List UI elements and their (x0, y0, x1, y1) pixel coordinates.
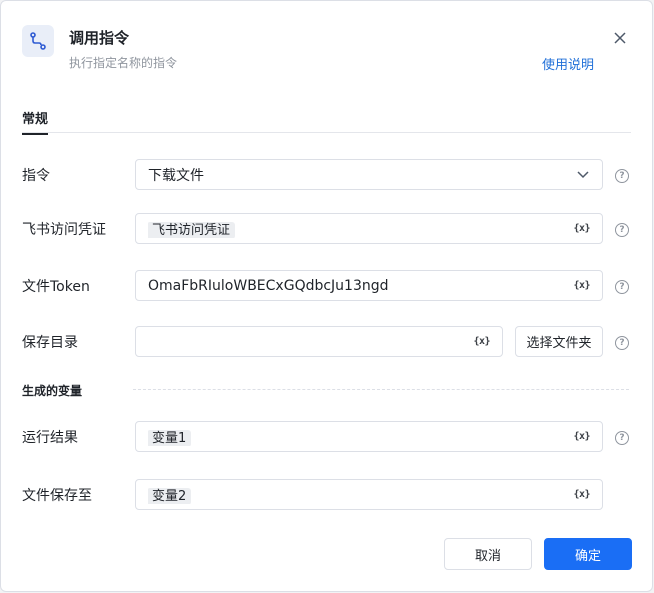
credential-chip: 飞书访问凭证 (148, 222, 236, 238)
credential-label: 飞书访问凭证 (22, 222, 106, 238)
invoke-command-dialog: 调用指令 执行指定名称的指令 使用说明 常规 指令 下载文件 ? 飞书访问凭证 … (0, 0, 653, 592)
close-button[interactable] (610, 28, 630, 48)
generated-variables-title: 生成的变量 (22, 384, 83, 398)
file-token-input[interactable]: OmaFbRIuloWBECxGQdbcJu13ngd {x} (135, 270, 603, 301)
dialog-subtitle: 执行指定名称的指令 (69, 56, 178, 70)
run-result-field[interactable]: 变量1 {x} (135, 421, 603, 452)
run-result-label: 运行结果 (22, 430, 78, 446)
save-to-chip: 变量2 (148, 488, 192, 504)
variable-icon[interactable]: {x} (573, 223, 590, 234)
help-icon[interactable]: ? (615, 336, 629, 350)
tab-general[interactable]: 常规 (22, 108, 49, 135)
variable-icon[interactable]: {x} (573, 489, 590, 500)
variable-icon[interactable]: {x} (573, 280, 590, 291)
command-select[interactable]: 下载文件 (135, 159, 603, 190)
choose-folder-button[interactable]: 选择文件夹 (515, 326, 603, 357)
file-token-label: 文件Token (22, 279, 90, 295)
tab-divider (22, 132, 631, 133)
dialog-title: 调用指令 (69, 29, 130, 47)
command-label: 指令 (22, 168, 50, 184)
help-icon[interactable]: ? (615, 280, 629, 294)
save-to-field[interactable]: 变量2 {x} (135, 479, 603, 510)
ok-button[interactable]: 确定 (544, 538, 632, 570)
file-token-value: OmaFbRIuloWBECxGQdbcJu13ngd (148, 277, 389, 294)
variable-icon[interactable]: {x} (573, 431, 590, 442)
variable-icon[interactable]: {x} (473, 336, 490, 347)
save-dir-label: 保存目录 (22, 335, 78, 351)
run-result-chip: 变量1 (148, 430, 192, 446)
credential-field[interactable]: 飞书访问凭证 {x} (135, 213, 603, 244)
cancel-button[interactable]: 取消 (444, 538, 532, 570)
help-link[interactable]: 使用说明 (542, 54, 594, 73)
flow-route-icon (22, 25, 54, 57)
help-icon[interactable]: ? (615, 431, 629, 445)
help-icon[interactable]: ? (615, 169, 629, 183)
close-icon (614, 32, 626, 44)
save-dir-input[interactable]: {x} (135, 326, 503, 357)
chevron-down-icon (576, 168, 590, 182)
command-value: 下载文件 (148, 167, 204, 184)
section-divider (133, 389, 629, 390)
save-to-label: 文件保存至 (22, 488, 92, 504)
help-icon[interactable]: ? (615, 223, 629, 237)
